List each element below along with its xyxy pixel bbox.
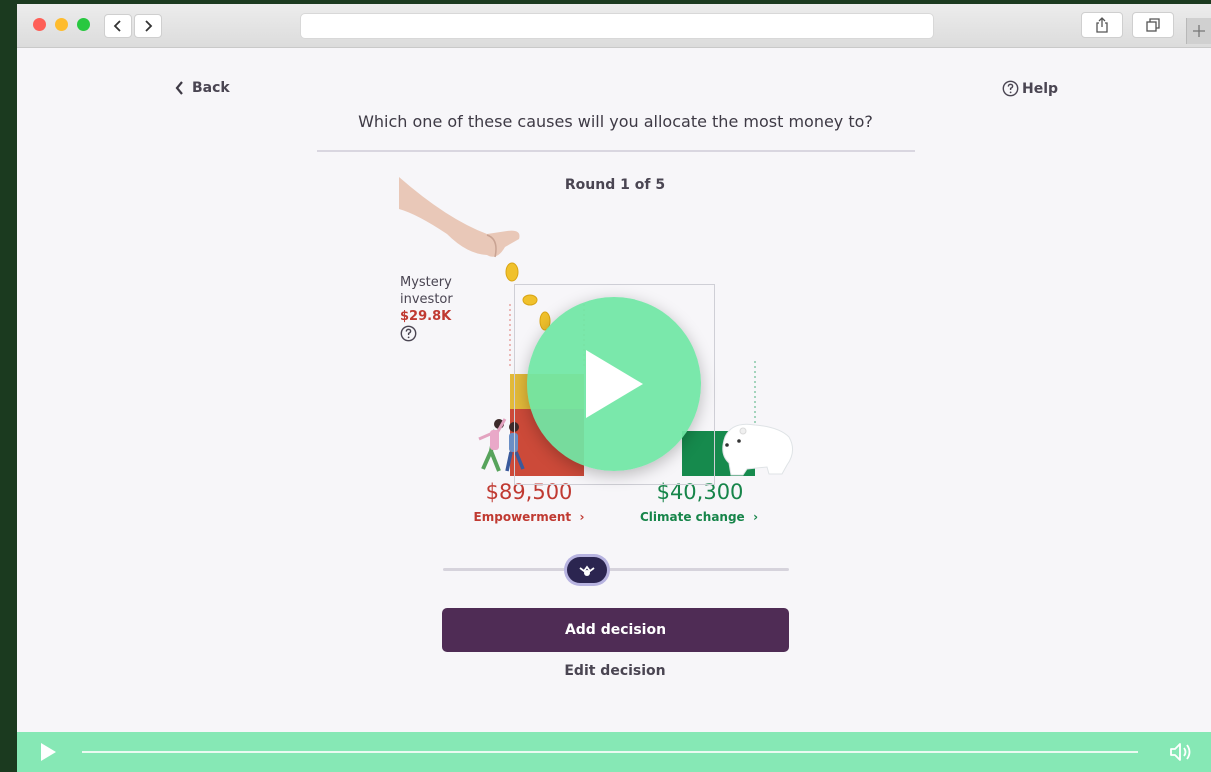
empowerment-link[interactable]: Empowerment › — [434, 510, 624, 524]
question-circle-icon[interactable] — [400, 325, 417, 342]
chevron-right-icon: › — [575, 510, 585, 524]
back-label: Back — [192, 80, 230, 96]
video-progress-bar[interactable] — [82, 751, 1138, 753]
volume-icon[interactable] — [1169, 742, 1193, 762]
browser-back-button[interactable] — [104, 14, 132, 38]
polar-bear-illustration — [722, 423, 793, 476]
chevron-right-icon: › — [748, 510, 759, 524]
allocation-slider-track[interactable] — [443, 568, 789, 571]
help-link[interactable]: Help — [1002, 80, 1058, 97]
back-link[interactable]: Back — [175, 80, 230, 96]
video-controls-bar — [17, 732, 1211, 772]
help-label: Help — [1022, 80, 1059, 97]
share-button[interactable] — [1081, 12, 1123, 38]
divider — [317, 150, 915, 152]
investor-hand-illustration — [399, 177, 520, 258]
browser-toolbar — [17, 4, 1211, 48]
edit-decision-link[interactable]: Edit decision — [517, 663, 713, 679]
plus-icon — [1193, 25, 1205, 37]
investor-label-line1: Mystery — [400, 275, 452, 290]
share-icon — [1096, 17, 1108, 33]
investor-label-line2: investor — [400, 292, 453, 307]
climate-change-label: Climate change — [639, 510, 745, 524]
browser-window: Back Help Which one of these causes will… — [17, 4, 1211, 772]
add-decision-button[interactable]: Add decision — [442, 608, 789, 652]
allocation-slider-handle[interactable] — [567, 557, 607, 583]
chevron-left-icon — [175, 81, 183, 95]
empowerment-label: Empowerment — [473, 510, 572, 524]
new-tab-button[interactable] — [1186, 18, 1211, 44]
maximize-window-button[interactable] — [77, 18, 90, 31]
address-bar[interactable] — [300, 13, 934, 39]
hand-icon — [579, 565, 595, 576]
play-icon — [586, 350, 643, 418]
browser-forward-button[interactable] — [134, 14, 162, 38]
tabs-button[interactable] — [1132, 12, 1174, 38]
video-play-button[interactable] — [527, 297, 701, 471]
investor-amount: $29.8K — [400, 309, 452, 324]
climate-change-link[interactable]: Climate change › — [604, 510, 794, 524]
close-window-button[interactable] — [33, 18, 46, 31]
question-circle-icon — [1002, 80, 1019, 97]
minimize-window-button[interactable] — [55, 18, 68, 31]
play-icon[interactable] — [39, 742, 57, 762]
question-title: Which one of these causes will you alloc… — [358, 112, 873, 131]
chevron-right-icon — [145, 20, 153, 32]
tabs-icon — [1146, 18, 1160, 32]
mystery-investor: Mystery investor $29.8K — [400, 274, 453, 347]
chevron-left-icon — [113, 20, 121, 32]
